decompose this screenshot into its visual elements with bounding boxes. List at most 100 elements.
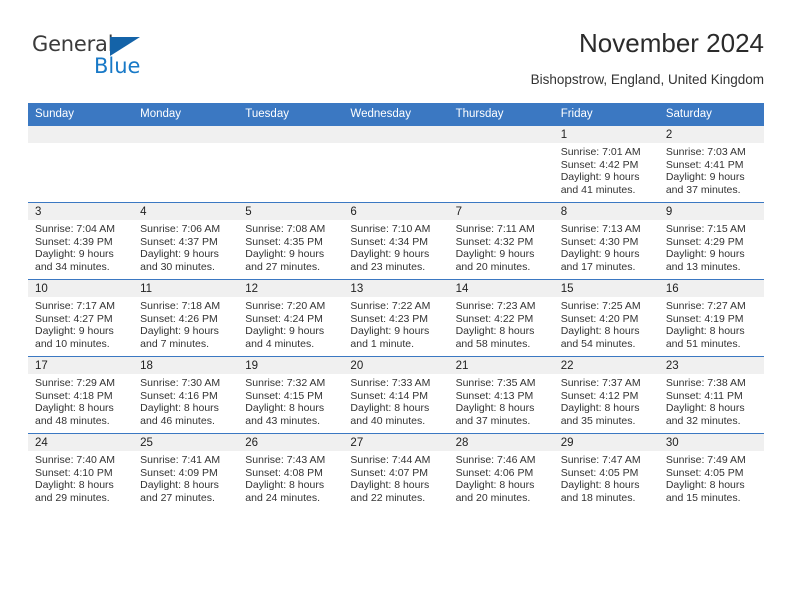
daylight-duration-line2: and 32 minutes. <box>665 414 741 427</box>
day-cell-details: Sunrise: 7:17 AM Sunset: 4:27 PM Daylight:… <box>28 297 133 350</box>
day-cell-inner: 21 Sunrise: 7:35 AM Sunset: 4:13 PM Dayligh… <box>448 357 554 433</box>
calendar-day-cell[interactable]: 8 Sunrise: 7:13 AM Sunset: 4:30 PM Daylight… <box>553 202 659 280</box>
calendar-day-cell[interactable]: 24 Sunrise: 7:40 AM Sunset: 4:10 PM Dayligh… <box>28 433 134 510</box>
daylight-duration-line1: Daylight: 9 hours <box>245 325 325 338</box>
calendar-day-cell[interactable]: 2 Sunrise: 7:03 AM Sunset: 4:41 PM Daylight… <box>658 125 764 203</box>
sunrise-time: Sunrise: 7:32 AM <box>245 377 326 389</box>
day-number <box>133 126 239 143</box>
sunset-time: Sunset: 4:08 PM <box>245 466 323 479</box>
day-cell-details: Sunrise: 7:38 AM Sunset: 4:11 PM Daylight:… <box>659 374 764 427</box>
calendar-day-cell[interactable]: 19 Sunrise: 7:32 AM Sunset: 4:15 PM Dayligh… <box>238 356 344 434</box>
calendar-day-cell[interactable]: 21 Sunrise: 7:35 AM Sunset: 4:13 PM Dayligh… <box>448 356 554 434</box>
daylight-duration-line2: and 15 minutes. <box>665 491 741 504</box>
sunset-time: Sunset: 4:27 PM <box>35 312 113 325</box>
calendar-day-cell[interactable]: 26 Sunrise: 7:43 AM Sunset: 4:08 PM Dayligh… <box>238 433 344 510</box>
sunset-time: Sunset: 4:42 PM <box>560 158 639 171</box>
sunset-time: Sunset: 4:37 PM <box>140 235 218 248</box>
sunset-time: Sunset: 4:11 PM <box>665 389 743 402</box>
day-cell-inner: 7 Sunrise: 7:11 AM Sunset: 4:32 PM Daylight… <box>448 203 554 279</box>
calendar-week-row: 3 Sunrise: 7:04 AM Sunset: 4:39 PM Daylight… <box>28 202 764 280</box>
calendar-day-cell[interactable]: 29 Sunrise: 7:47 AM Sunset: 4:05 PM Dayligh… <box>553 433 659 510</box>
sunrise-time: Sunrise: 7:47 AM <box>560 454 641 466</box>
daylight-duration-line2: and 37 minutes. <box>455 414 531 427</box>
day-cell-inner <box>238 126 344 202</box>
calendar-day-cell[interactable]: 7 Sunrise: 7:11 AM Sunset: 4:32 PM Daylight… <box>448 202 554 280</box>
general-blue-logo[interactable]: General Blue <box>32 32 202 84</box>
daylight-duration-line1: Daylight: 8 hours <box>665 325 745 338</box>
calendar-day-cell[interactable]: 9 Sunrise: 7:15 AM Sunset: 4:29 PM Daylight… <box>658 202 764 280</box>
day-number: 23 <box>658 357 764 374</box>
day-cell-details: Sunrise: 7:01 AM Sunset: 4:42 PM Daylight:… <box>554 143 659 196</box>
calendar-day-cell[interactable]: 30 Sunrise: 7:49 AM Sunset: 4:05 PM Dayligh… <box>658 433 764 510</box>
day-number: 3 <box>28 203 134 220</box>
daylight-duration-line1: Daylight: 8 hours <box>455 325 535 338</box>
calendar-day-cell[interactable]: 3 Sunrise: 7:04 AM Sunset: 4:39 PM Daylight… <box>28 202 134 280</box>
calendar-day-cell[interactable]: 20 Sunrise: 7:33 AM Sunset: 4:14 PM Dayligh… <box>343 356 449 434</box>
calendar-day-cell[interactable]: 10 Sunrise: 7:17 AM Sunset: 4:27 PM Dayligh… <box>28 279 134 357</box>
day-number: 20 <box>343 357 449 374</box>
sunset-time: Sunset: 4:19 PM <box>665 312 744 325</box>
calendar-day-cell[interactable]: 12 Sunrise: 7:20 AM Sunset: 4:24 PM Dayligh… <box>238 279 344 357</box>
day-cell-inner: 20 Sunrise: 7:33 AM Sunset: 4:14 PM Dayligh… <box>343 357 449 433</box>
sunset-time: Sunset: 4:18 PM <box>35 389 113 402</box>
daylight-duration-line2: and 30 minutes. <box>140 260 215 273</box>
day-number: 2 <box>658 126 764 143</box>
sunset-time: Sunset: 4:05 PM <box>560 466 639 479</box>
day-cell-details: Sunrise: 7:06 AM Sunset: 4:37 PM Daylight:… <box>133 220 238 273</box>
day-cell-inner: 11 Sunrise: 7:18 AM Sunset: 4:26 PM Dayligh… <box>133 280 239 356</box>
day-cell-inner: 30 Sunrise: 7:49 AM Sunset: 4:05 PM Dayligh… <box>658 434 764 510</box>
calendar-day-cell[interactable]: 18 Sunrise: 7:30 AM Sunset: 4:16 PM Dayligh… <box>133 356 239 434</box>
daylight-duration-line2: and 24 minutes. <box>245 491 320 504</box>
day-cell-inner: 1 Sunrise: 7:01 AM Sunset: 4:42 PM Daylight… <box>553 126 659 202</box>
calendar-day-cell[interactable]: 15 Sunrise: 7:25 AM Sunset: 4:20 PM Dayligh… <box>553 279 659 357</box>
day-cell-details: Sunrise: 7:10 AM Sunset: 4:34 PM Daylight:… <box>343 220 448 273</box>
daylight-duration-line1: Daylight: 9 hours <box>665 248 745 261</box>
calendar-day-cell[interactable]: 4 Sunrise: 7:06 AM Sunset: 4:37 PM Daylight… <box>133 202 239 280</box>
weekday-header-sunday: Sunday <box>28 103 134 126</box>
calendar-day-cell[interactable]: 6 Sunrise: 7:10 AM Sunset: 4:34 PM Daylight… <box>343 202 449 280</box>
daylight-duration-line1: Daylight: 8 hours <box>350 402 430 415</box>
calendar-day-cell[interactable]: 25 Sunrise: 7:41 AM Sunset: 4:09 PM Dayligh… <box>133 433 239 510</box>
calendar-day-cell[interactable]: 17 Sunrise: 7:29 AM Sunset: 4:18 PM Dayligh… <box>28 356 134 434</box>
weekday-header-friday: Friday <box>553 103 659 126</box>
day-cell-details: Sunrise: 7:29 AM Sunset: 4:18 PM Daylight:… <box>28 374 133 427</box>
day-cell-details: Sunrise: 7:40 AM Sunset: 4:10 PM Daylight:… <box>28 451 133 504</box>
calendar-day-cell[interactable]: 11 Sunrise: 7:18 AM Sunset: 4:26 PM Dayligh… <box>133 279 239 357</box>
day-cell-inner: 23 Sunrise: 7:38 AM Sunset: 4:11 PM Dayligh… <box>658 357 764 433</box>
daylight-duration-line1: Daylight: 9 hours <box>455 248 535 261</box>
day-number <box>28 126 134 143</box>
calendar-day-cell[interactable]: 1 Sunrise: 7:01 AM Sunset: 4:42 PM Daylight… <box>553 125 659 203</box>
day-cell-details: Sunrise: 7:44 AM Sunset: 4:07 PM Daylight:… <box>343 451 448 504</box>
calendar-day-cell[interactable]: 13 Sunrise: 7:22 AM Sunset: 4:23 PM Dayligh… <box>343 279 449 357</box>
daylight-duration-line1: Daylight: 8 hours <box>455 479 535 492</box>
calendar-day-cell[interactable]: 27 Sunrise: 7:44 AM Sunset: 4:07 PM Dayligh… <box>343 433 449 510</box>
daylight-duration-line2: and 7 minutes. <box>140 337 210 350</box>
daylight-duration-line2: and 58 minutes. <box>455 337 531 350</box>
day-number: 15 <box>553 280 659 297</box>
calendar-day-cell[interactable]: 16 Sunrise: 7:27 AM Sunset: 4:19 PM Dayligh… <box>658 279 764 357</box>
sunrise-sunset-calendar: Sunday Monday Tuesday Wednesday Thursday… <box>28 103 764 510</box>
daylight-duration-line2: and 4 minutes. <box>245 337 315 350</box>
calendar-day-cell[interactable]: 22 Sunrise: 7:37 AM Sunset: 4:12 PM Dayligh… <box>553 356 659 434</box>
calendar-day-cell[interactable]: 23 Sunrise: 7:38 AM Sunset: 4:11 PM Dayligh… <box>658 356 764 434</box>
logo-text-blue: Blue <box>94 54 141 78</box>
daylight-duration-line2: and 43 minutes. <box>245 414 320 427</box>
day-cell-details: Sunrise: 7:04 AM Sunset: 4:39 PM Daylight:… <box>28 220 133 273</box>
day-cell-inner: 3 Sunrise: 7:04 AM Sunset: 4:39 PM Daylight… <box>28 203 134 279</box>
daylight-duration-line2: and 27 minutes. <box>245 260 320 273</box>
day-cell-details: Sunrise: 7:11 AM Sunset: 4:32 PM Daylight:… <box>449 220 554 273</box>
day-cell-details: Sunrise: 7:18 AM Sunset: 4:26 PM Daylight:… <box>133 297 238 350</box>
sunrise-time: Sunrise: 7:04 AM <box>35 223 115 235</box>
calendar-day-cell[interactable]: 5 Sunrise: 7:08 AM Sunset: 4:35 PM Daylight… <box>238 202 344 280</box>
calendar-empty-cell <box>133 125 239 203</box>
weekday-header-tuesday: Tuesday <box>238 103 344 126</box>
daylight-duration-line1: Daylight: 8 hours <box>560 402 640 415</box>
calendar-day-cell[interactable]: 14 Sunrise: 7:23 AM Sunset: 4:22 PM Dayligh… <box>448 279 554 357</box>
calendar-day-cell[interactable]: 28 Sunrise: 7:46 AM Sunset: 4:06 PM Dayligh… <box>448 433 554 510</box>
sunset-time: Sunset: 4:24 PM <box>245 312 323 325</box>
day-number: 24 <box>28 434 134 451</box>
day-number: 8 <box>553 203 659 220</box>
daylight-duration-line1: Daylight: 8 hours <box>665 479 745 492</box>
weekday-header-monday: Monday <box>133 103 239 126</box>
daylight-duration-line2: and 23 minutes. <box>350 260 426 273</box>
